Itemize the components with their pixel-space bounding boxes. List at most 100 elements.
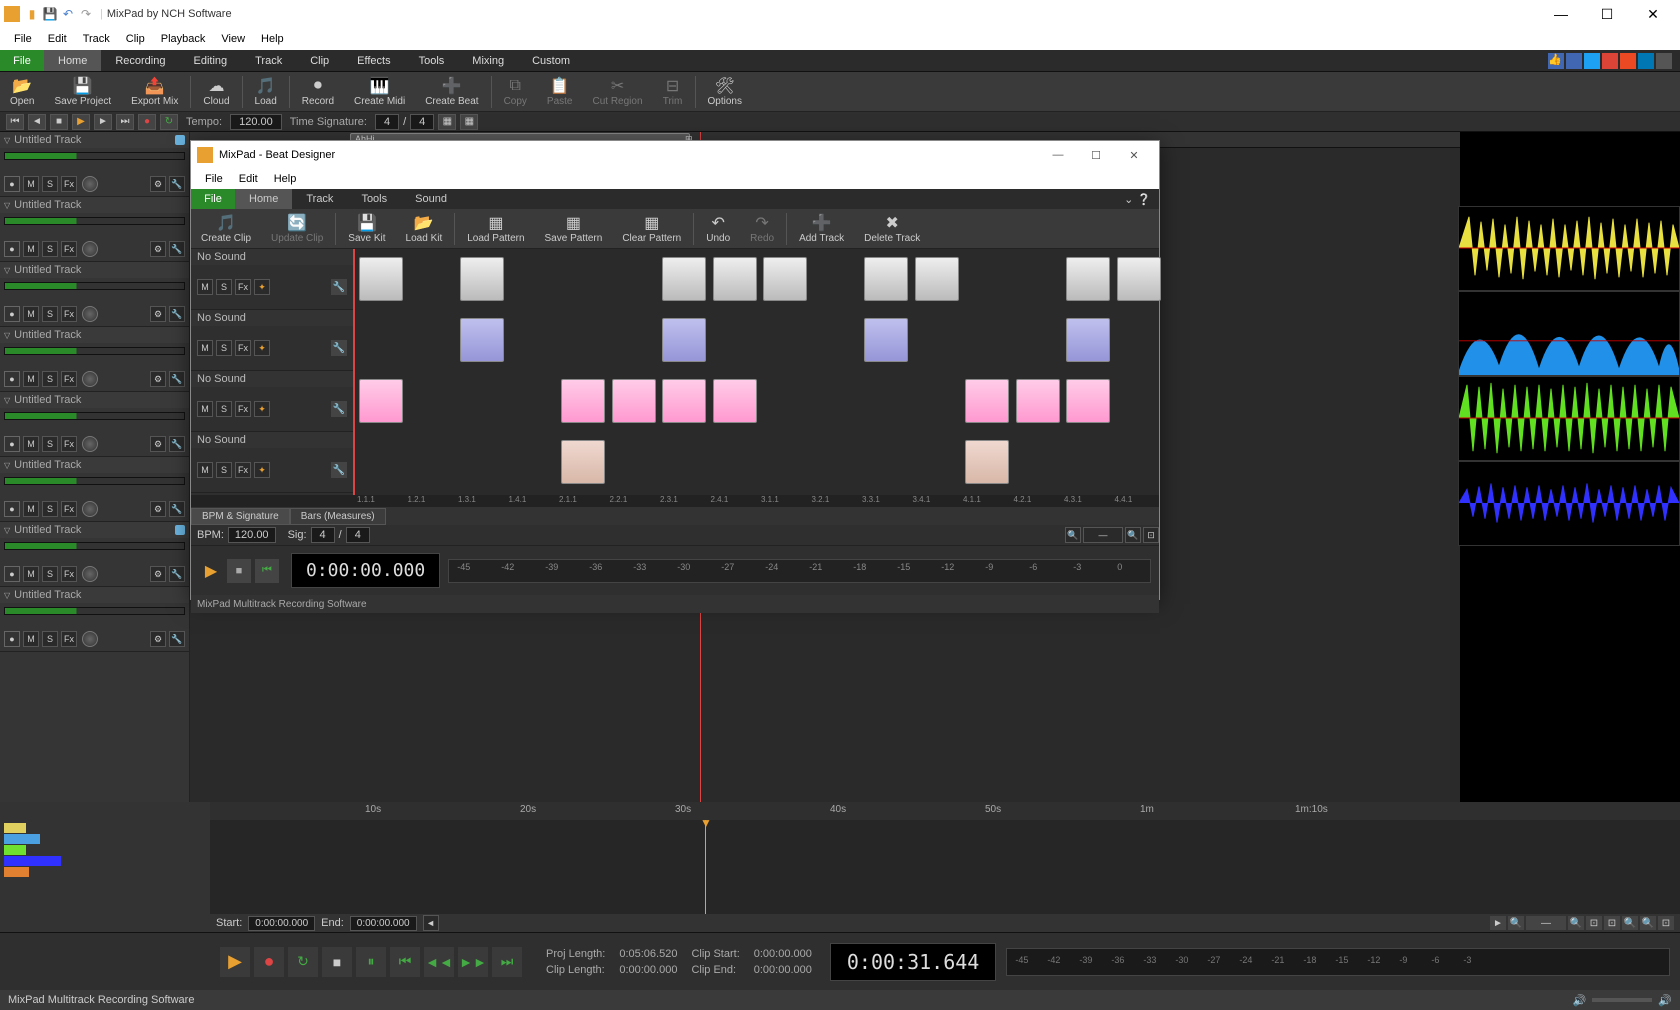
beat-cell[interactable]: [713, 257, 757, 301]
pan-knob[interactable]: [82, 436, 98, 452]
settings-button[interactable]: 🔧: [169, 241, 185, 257]
settings-button[interactable]: 🔧: [169, 371, 185, 387]
beat-tab-bars[interactable]: Bars (Measures): [290, 508, 386, 525]
facebook-icon[interactable]: [1566, 53, 1582, 69]
volume-slider[interactable]: [4, 607, 185, 615]
beat-track-label[interactable]: No Sound: [191, 371, 353, 387]
volume-slider[interactable]: [1592, 998, 1652, 1002]
maximize-button[interactable]: ☐: [1584, 0, 1630, 28]
beat-cell[interactable]: [1066, 318, 1110, 362]
beat-tab-track[interactable]: Track: [292, 189, 347, 209]
beat-cell[interactable]: [965, 440, 1009, 484]
record-button[interactable]: ⏺Record: [292, 72, 344, 112]
beat-save-kit-button[interactable]: 💾Save Kit: [338, 209, 395, 249]
overview-track[interactable]: [4, 823, 26, 833]
beat-cell[interactable]: [1066, 379, 1110, 423]
arm-button[interactable]: ●: [4, 566, 20, 582]
track-header[interactable]: ▽Untitled Track: [0, 457, 189, 473]
beat-menu-file[interactable]: File: [197, 171, 231, 187]
timeline-start[interactable]: 0:00:00.000: [248, 916, 315, 931]
track-header[interactable]: ▽Untitled Track: [0, 262, 189, 278]
project-overview[interactable]: [0, 802, 210, 932]
beat-sig-den[interactable]: 4: [346, 527, 370, 543]
volume-slider[interactable]: [4, 477, 185, 485]
pause-button[interactable]: ⏸: [356, 947, 386, 977]
beat-cell[interactable]: [662, 318, 706, 362]
scroll-right[interactable]: ►: [1490, 916, 1506, 930]
pan-knob[interactable]: [82, 371, 98, 387]
beat-tab-file[interactable]: File: [191, 189, 235, 209]
volume-slider[interactable]: [4, 347, 185, 355]
beat-solo[interactable]: S: [216, 279, 232, 295]
tab-editing[interactable]: Editing: [179, 50, 241, 71]
solo-button[interactable]: S: [42, 371, 58, 387]
beat-rewind-button[interactable]: ⏮: [255, 559, 279, 583]
beat-cell[interactable]: [561, 440, 605, 484]
beat-clear-pattern-button[interactable]: ▦Clear Pattern: [612, 209, 691, 249]
snap-button[interactable]: ▦: [438, 114, 456, 130]
beat-tab-tools[interactable]: Tools: [347, 189, 401, 209]
timesig-num[interactable]: 4: [375, 114, 399, 130]
beat-undo-button[interactable]: ↶Undo: [696, 209, 740, 249]
fx-button[interactable]: Fx: [61, 501, 77, 517]
speaker-icon[interactable]: 🔊: [1573, 994, 1587, 1007]
arm-button[interactable]: ●: [4, 501, 20, 517]
beat-mute[interactable]: M: [197, 401, 213, 417]
volume-slider[interactable]: [4, 412, 185, 420]
track-header[interactable]: ▽Untitled Track: [0, 522, 189, 538]
track-header[interactable]: ▽Untitled Track: [0, 392, 189, 408]
solo-button[interactable]: S: [42, 176, 58, 192]
zoom-reset[interactable]: ⊡: [1658, 916, 1674, 930]
beat-maximize-button[interactable]: ☐: [1077, 141, 1115, 169]
mute-button[interactable]: M: [23, 371, 39, 387]
pan-knob[interactable]: [82, 631, 98, 647]
beat-menu-help[interactable]: Help: [266, 171, 305, 187]
timeline-content[interactable]: [210, 820, 1680, 914]
overview-track[interactable]: [4, 867, 29, 877]
beat-solo[interactable]: S: [216, 401, 232, 417]
beat-zoom-in[interactable]: 🔍: [1125, 527, 1141, 543]
beat-cell[interactable]: [965, 379, 1009, 423]
settings-button[interactable]: 🔧: [169, 566, 185, 582]
beat-fx[interactable]: Fx: [235, 401, 251, 417]
menu-view[interactable]: View: [213, 30, 253, 48]
tab-tools[interactable]: Tools: [405, 50, 459, 71]
beat-tab-home[interactable]: Home: [235, 189, 292, 209]
volume-slider[interactable]: [4, 217, 185, 225]
beat-cell[interactable]: [359, 257, 403, 301]
tab-recording[interactable]: Recording: [101, 50, 179, 71]
beat-bpm-field[interactable]: 120.00: [228, 527, 276, 543]
ts-stop-button[interactable]: ■: [50, 114, 68, 130]
fx-button[interactable]: Fx: [61, 566, 77, 582]
waveform-1[interactable]: [1458, 206, 1680, 291]
tab-file[interactable]: File: [0, 50, 44, 71]
settings-button[interactable]: 🔧: [169, 501, 185, 517]
beat-fx[interactable]: Fx: [235, 279, 251, 295]
track-header[interactable]: ▽Untitled Track: [0, 132, 189, 148]
beat-zoom-out[interactable]: 🔍: [1065, 527, 1081, 543]
pan-knob[interactable]: [82, 566, 98, 582]
create-beat-button[interactable]: ➕Create Beat: [415, 72, 488, 112]
ts-fwd-button[interactable]: ►: [94, 114, 112, 130]
tab-mixing[interactable]: Mixing: [458, 50, 518, 71]
beat-solo[interactable]: S: [216, 340, 232, 356]
beat-tab-bpm[interactable]: BPM & Signature: [191, 508, 290, 525]
create-midi-button[interactable]: 🎹Create Midi: [344, 72, 415, 112]
beat-minimize-button[interactable]: —: [1039, 141, 1077, 169]
timesig-den[interactable]: 4: [410, 114, 434, 130]
beat-delete-track-button[interactable]: ✖Delete Track: [854, 209, 930, 249]
volume-slider[interactable]: [4, 282, 185, 290]
zoom-out-v[interactable]: 🔍: [1622, 916, 1638, 930]
mute-button[interactable]: M: [23, 631, 39, 647]
beat-solo[interactable]: S: [216, 462, 232, 478]
automation-button[interactable]: ⚙: [150, 241, 166, 257]
export-mix-button[interactable]: 📤Export Mix: [121, 72, 188, 112]
beat-zoom-slider[interactable]: —: [1083, 527, 1123, 543]
zoom-fit-h[interactable]: ⊡: [1586, 916, 1602, 930]
beat-cell[interactable]: [359, 379, 403, 423]
fx-button[interactable]: Fx: [61, 631, 77, 647]
fx-button[interactable]: Fx: [61, 436, 77, 452]
open-button[interactable]: 📂Open: [0, 72, 44, 112]
automation-button[interactable]: ⚙: [150, 371, 166, 387]
beat-edit[interactable]: ✦: [254, 340, 270, 356]
